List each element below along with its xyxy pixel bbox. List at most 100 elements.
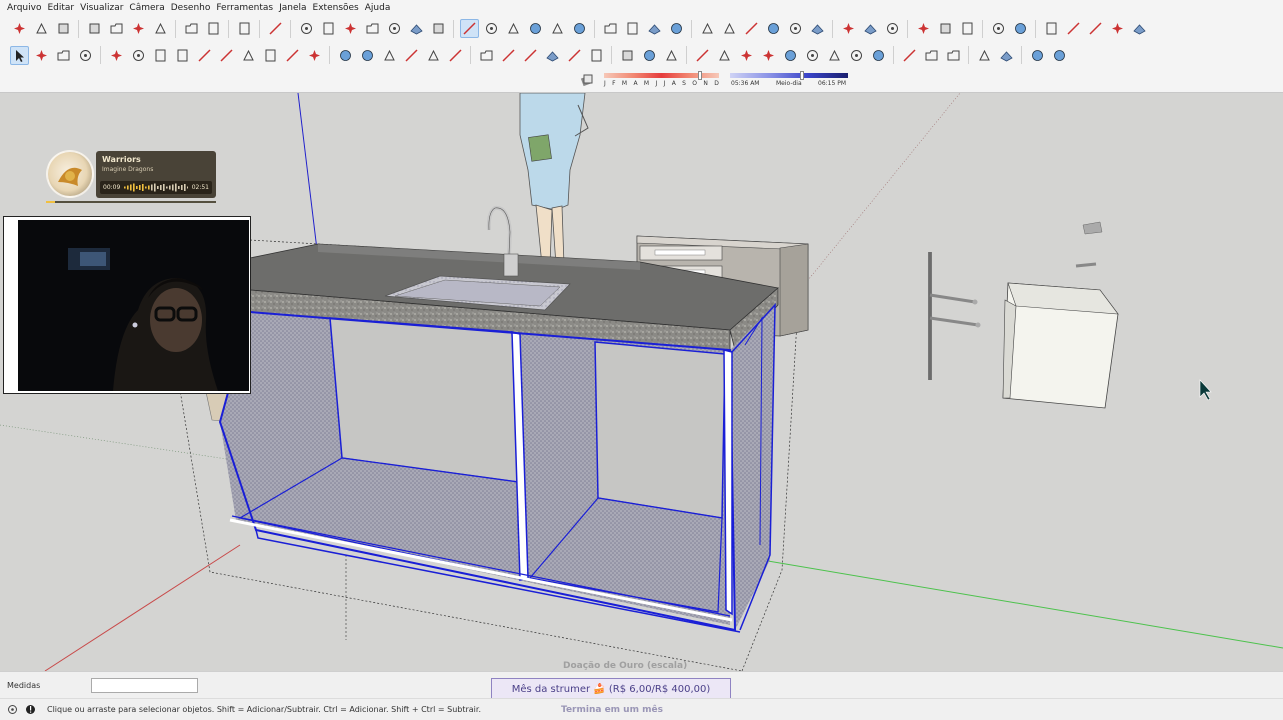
- polygon-button[interactable]: [217, 46, 236, 65]
- move-button[interactable]: [336, 46, 355, 65]
- three-point-arc-button[interactable]: [283, 46, 302, 65]
- model-info-button[interactable]: [266, 19, 285, 38]
- layout-button[interactable]: [1064, 19, 1083, 38]
- rotated-rectangle-button[interactable]: [173, 46, 192, 65]
- styles-button[interactable]: [742, 19, 761, 38]
- line-button[interactable]: [107, 46, 126, 65]
- print-button[interactable]: [235, 19, 254, 38]
- 3d-text-button[interactable]: [587, 46, 606, 65]
- menu-item[interactable]: Câmera: [126, 3, 167, 13]
- hidden-line-button[interactable]: [526, 19, 545, 38]
- shaded-button[interactable]: [548, 19, 567, 38]
- outliner-button[interactable]: [808, 19, 827, 38]
- add-location-button[interactable]: [914, 19, 933, 38]
- tags-button[interactable]: [764, 19, 783, 38]
- pie-button[interactable]: [305, 46, 324, 65]
- cut-button[interactable]: [85, 19, 104, 38]
- toggle-terrain-button[interactable]: [936, 19, 955, 38]
- protractor-button[interactable]: [521, 46, 540, 65]
- zoom-extents-button[interactable]: [781, 46, 800, 65]
- settings-button[interactable]: [1042, 19, 1061, 38]
- bottom-view-button[interactable]: [429, 19, 448, 38]
- eraser-button[interactable]: [76, 46, 95, 65]
- warehouse-button[interactable]: [839, 19, 858, 38]
- arc-button[interactable]: [239, 46, 258, 65]
- sweep-button[interactable]: [997, 46, 1016, 65]
- grip-button[interactable]: [1050, 46, 1069, 65]
- menu-item[interactable]: Arquivo: [4, 3, 44, 13]
- section-plane-button[interactable]: [601, 19, 620, 38]
- section-cuts-button[interactable]: [645, 19, 664, 38]
- erase-button[interactable]: [151, 19, 170, 38]
- scale-button[interactable]: [424, 46, 443, 65]
- rectangle-button[interactable]: [151, 46, 170, 65]
- make-component-button[interactable]: [32, 46, 51, 65]
- share-model-button[interactable]: [861, 19, 880, 38]
- info-button[interactable]: [1086, 19, 1105, 38]
- materials-button[interactable]: [720, 19, 739, 38]
- back-view-button[interactable]: [385, 19, 404, 38]
- push-pull-button[interactable]: [358, 46, 377, 65]
- axes-button[interactable]: [565, 46, 584, 65]
- back-edges-button[interactable]: [482, 19, 501, 38]
- person-figure[interactable]: [519, 93, 589, 266]
- tape-measure-button[interactable]: [477, 46, 496, 65]
- info-status-icon[interactable]: [25, 704, 36, 715]
- geolocation-status-icon[interactable]: [7, 704, 18, 715]
- zoom-window-button[interactable]: [759, 46, 778, 65]
- modeling-viewport[interactable]: Warriors Imagine Dragons 00:09 02:51: [0, 93, 1283, 671]
- components-button[interactable]: [698, 19, 717, 38]
- zoom-button[interactable]: [737, 46, 756, 65]
- geolocation-button[interactable]: [989, 19, 1008, 38]
- cabinet-selected[interactable]: [218, 303, 776, 633]
- orbit-button[interactable]: [693, 46, 712, 65]
- textured-button[interactable]: [570, 19, 589, 38]
- scenes-button[interactable]: [786, 19, 805, 38]
- cabinet-door[interactable]: [1002, 282, 1119, 409]
- menu-item[interactable]: Visualizar: [77, 3, 126, 13]
- save-button[interactable]: [54, 19, 73, 38]
- wireframe-button[interactable]: [504, 19, 523, 38]
- walk-button[interactable]: [847, 46, 866, 65]
- redo-button[interactable]: [204, 19, 223, 38]
- offset-button[interactable]: [446, 46, 465, 65]
- menu-item[interactable]: Janela: [276, 3, 309, 13]
- panel-button[interactable]: [1028, 46, 1047, 65]
- circle-button[interactable]: [195, 46, 214, 65]
- select-arrow-button[interactable]: [9, 45, 29, 65]
- mirror-button[interactable]: [975, 46, 994, 65]
- right-view-button[interactable]: [363, 19, 382, 38]
- front-view-button[interactable]: [341, 19, 360, 38]
- paint-bucket-button[interactable]: [54, 46, 73, 65]
- iso-view-button[interactable]: [297, 19, 316, 38]
- menu-item[interactable]: Extensões: [310, 3, 362, 13]
- copy-button[interactable]: [107, 19, 126, 38]
- two-point-arc-button[interactable]: [261, 46, 280, 65]
- display-section-button[interactable]: [623, 19, 642, 38]
- dimension-button[interactable]: [499, 46, 518, 65]
- solid-tools-button[interactable]: [662, 46, 681, 65]
- pan-button[interactable]: [715, 46, 734, 65]
- left-view-button[interactable]: [407, 19, 426, 38]
- time-slider-thumb[interactable]: [800, 71, 804, 80]
- look-around-button[interactable]: [869, 46, 888, 65]
- follow-me-button[interactable]: [402, 46, 421, 65]
- sandbox-button[interactable]: [618, 46, 637, 65]
- freehand-button[interactable]: [129, 46, 148, 65]
- outer-shell-button[interactable]: [640, 46, 659, 65]
- time-slider[interactable]: [730, 73, 848, 78]
- cloud-button[interactable]: [1011, 19, 1030, 38]
- xray-button[interactable]: [459, 19, 479, 38]
- flatten-button[interactable]: [900, 46, 919, 65]
- cart-button[interactable]: [1108, 19, 1127, 38]
- menu-item[interactable]: Desenho: [168, 3, 214, 13]
- menu-item[interactable]: Ferramentas: [213, 3, 276, 13]
- date-slider-thumb[interactable]: [698, 71, 702, 80]
- extension-warehouse-button[interactable]: [883, 19, 902, 38]
- box-button[interactable]: [922, 46, 941, 65]
- position-camera-button[interactable]: [825, 46, 844, 65]
- text-button[interactable]: [543, 46, 562, 65]
- solid-box-button[interactable]: [944, 46, 963, 65]
- undo-button[interactable]: [182, 19, 201, 38]
- rotate-button[interactable]: [380, 46, 399, 65]
